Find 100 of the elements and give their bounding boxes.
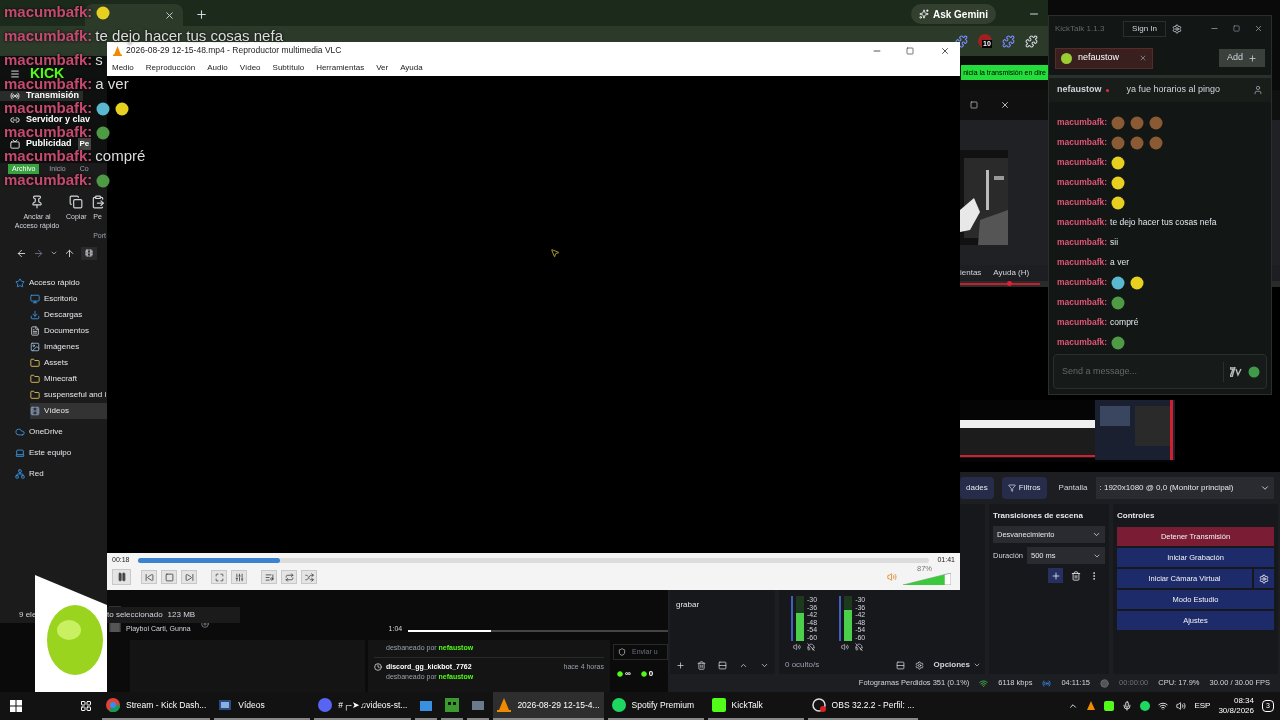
tree-item[interactable]: Red [15, 466, 107, 482]
microphone-icon[interactable] [1122, 701, 1133, 711]
tree-item[interactable]: Documentos [30, 323, 107, 339]
taskbar-item[interactable]: KickTalk [707, 692, 804, 720]
add-icon[interactable] [200, 620, 209, 628]
language-indicator[interactable]: ESP [1194, 700, 1211, 712]
menu-item[interactable]: Ver [376, 61, 389, 74]
menu-item[interactable]: Herramientas [316, 61, 365, 74]
settings-icon[interactable] [1172, 23, 1182, 34]
close-icon[interactable] [164, 9, 175, 21]
sign-in-button[interactable]: Sign In [1123, 20, 1166, 37]
tree-item[interactable]: Este equipo [15, 445, 107, 461]
menu-item[interactable]: ientas [960, 267, 982, 279]
properties-button[interactable]: dades [960, 477, 994, 499]
user-icon[interactable] [1253, 85, 1263, 95]
emoji-icon[interactable] [1248, 365, 1260, 378]
options-button[interactable]: Opciones [933, 659, 981, 671]
tree-item[interactable]: Escritorio [30, 291, 107, 307]
taskbar-item[interactable]: 2026-08-29 12-15-4... [493, 692, 604, 720]
tree-item[interactable]: Vídeos [30, 403, 107, 419]
extension-icon[interactable] [955, 34, 968, 48]
stop-button[interactable] [161, 570, 177, 584]
scene-item[interactable]: grabar [676, 600, 700, 609]
sidebar-item[interactable]: Transmisión [0, 91, 83, 101]
emote-picker-icon[interactable] [1230, 366, 1242, 377]
close-icon[interactable] [1000, 100, 1010, 110]
layout-icon[interactable] [895, 660, 905, 670]
volume-icon[interactable] [1176, 701, 1187, 711]
volume-icon[interactable] [841, 643, 850, 651]
chat-username: macumbafk: [1057, 195, 1108, 209]
tray-expand-icon[interactable] [1068, 701, 1079, 711]
volume-icon[interactable] [793, 643, 802, 651]
tray-app-icon[interactable] [1104, 701, 1115, 711]
address-field[interactable] [81, 246, 97, 260]
close-icon[interactable] [1254, 24, 1263, 33]
extension-icon[interactable] [1025, 34, 1038, 48]
monitor-off-icon[interactable] [855, 643, 864, 651]
menu-item[interactable]: Ayuda [400, 61, 423, 74]
add-button[interactable]: Add [1219, 49, 1265, 67]
new-tab-icon[interactable] [195, 8, 208, 21]
message-field[interactable]: Send a message... [1053, 354, 1267, 389]
tree-item[interactable]: Descargas [30, 307, 107, 323]
filters-button[interactable]: Filtros [1001, 477, 1047, 499]
tree-item[interactable]: OneDrive [15, 424, 107, 440]
menu-icon[interactable] [10, 68, 20, 79]
up-icon[interactable] [64, 247, 75, 259]
tree-item[interactable]: Acceso rápido [15, 275, 107, 291]
overlay-message: a ver [95, 78, 129, 90]
taskbar-item[interactable]: #┌-➤♫videos-st... [314, 692, 412, 720]
maximize-icon[interactable] [1233, 25, 1240, 32]
sidebar-item[interactable]: Servidor y clav [0, 115, 95, 125]
vlc-icon[interactable] [1086, 701, 1097, 711]
forward-icon[interactable] [33, 247, 44, 259]
settings-icon[interactable] [914, 660, 924, 670]
next-button[interactable] [181, 570, 197, 584]
taskbar-item[interactable]: Vídeos [214, 692, 311, 720]
back-icon[interactable] [16, 247, 27, 259]
shuffle-button[interactable] [301, 570, 317, 584]
trash-icon[interactable] [1071, 570, 1081, 581]
menu-item[interactable]: Subtítulo [272, 61, 305, 74]
menu-item[interactable]: Medio [112, 61, 134, 74]
settings-button[interactable] [1254, 569, 1274, 588]
taskbar-item[interactable]: OBS 32.2.2 - Perfil: ... [807, 692, 919, 720]
close-icon[interactable] [940, 45, 950, 56]
source-dropdown[interactable]: : 1920x1080 @ 0,0 (Monitor principal) [1095, 477, 1274, 499]
clock[interactable]: 08:34 30/8/2026 [1218, 696, 1254, 716]
volume-slider[interactable] [903, 573, 951, 585]
sidebar-item[interactable]: Publicidad Pe [0, 139, 96, 149]
dropdown-icon[interactable] [50, 249, 58, 257]
fullscreen-icon [214, 572, 224, 582]
tree-item[interactable]: suspenseful and i [30, 387, 107, 403]
message-input[interactable]: Send a message... [1062, 364, 1217, 379]
tree-item[interactable]: Minecraft [30, 371, 107, 387]
network-icon[interactable] [1158, 701, 1169, 711]
add-icon[interactable] [676, 660, 685, 670]
equalizer-button[interactable] [231, 570, 247, 584]
monitor-icon [30, 294, 40, 304]
pause-button[interactable] [112, 569, 131, 585]
task-view-icon[interactable] [80, 700, 92, 712]
spotify-icon[interactable] [1140, 701, 1151, 711]
loop-button[interactable] [281, 570, 297, 584]
seek-bar[interactable] [137, 557, 930, 563]
start-icon[interactable] [10, 700, 22, 712]
add-button[interactable] [1048, 568, 1063, 583]
menu-item[interactable]: Ayuda (H) [993, 267, 1030, 279]
tree-item[interactable]: Assets [30, 355, 107, 371]
menu-item[interactable]: Vídeo [239, 61, 261, 74]
monitor-off-icon[interactable] [807, 643, 816, 651]
menu-item[interactable]: Audio [207, 61, 228, 74]
previous-button[interactable] [141, 570, 157, 584]
taskbar-item[interactable]: Stream - Kick Dash... [102, 692, 211, 720]
playlist-button[interactable] [261, 570, 277, 584]
caret-icon [973, 661, 981, 669]
channel-tab[interactable]: nefaustow [1055, 47, 1154, 69]
gemini-button[interactable]: Ask Gemini [910, 4, 996, 24]
tree-item[interactable]: Imágenes [30, 339, 107, 355]
maximize-icon[interactable] [906, 46, 914, 55]
trash-icon[interactable] [697, 660, 706, 670]
taskbar-item[interactable]: Spotify Premium [607, 692, 704, 720]
menu-item[interactable]: Reproducción [145, 61, 196, 74]
